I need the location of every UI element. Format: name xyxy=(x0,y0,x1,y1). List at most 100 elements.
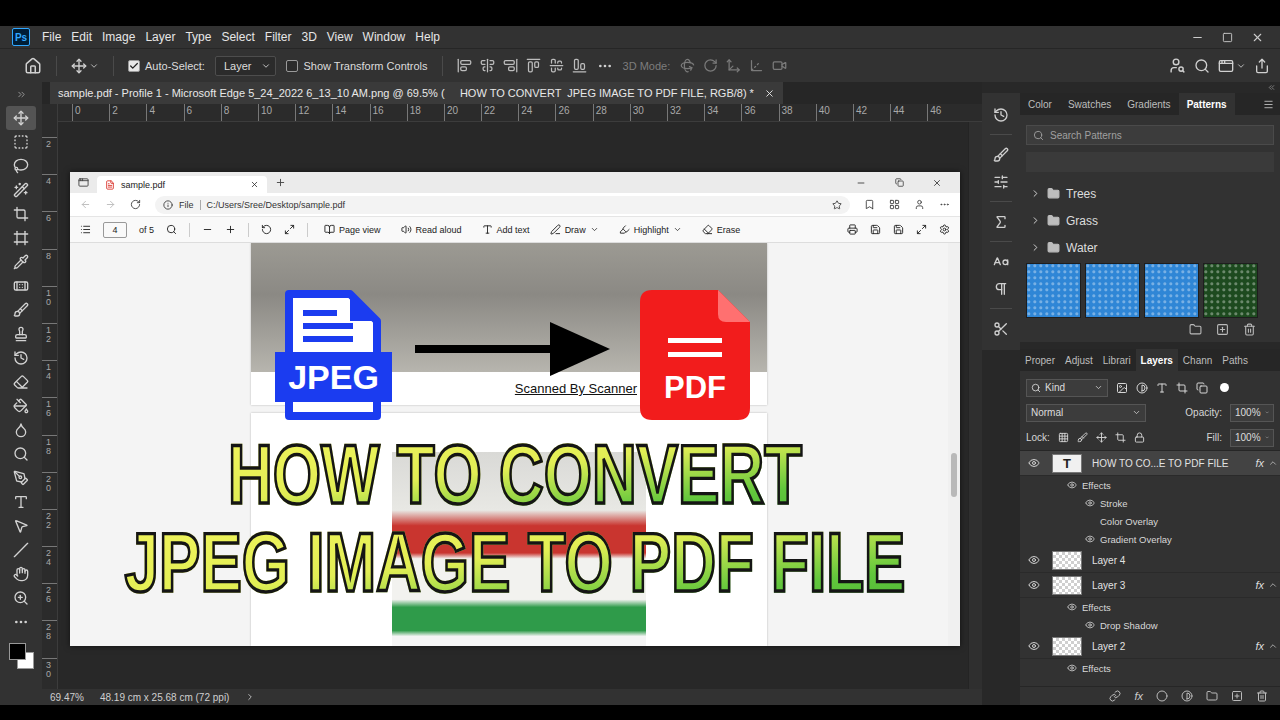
panel-tab[interactable]: Adjust xyxy=(1060,349,1098,371)
tool-presets-button[interactable] xyxy=(993,315,1009,342)
draw-button[interactable]: Draw xyxy=(546,224,603,235)
collapse-toolbar[interactable] xyxy=(16,82,27,106)
healing-tool[interactable] xyxy=(6,274,36,298)
browser-tab[interactable]: sample.pdf xyxy=(97,176,267,193)
restore-button[interactable] xyxy=(1212,32,1242,43)
highlight-button[interactable]: Highlight xyxy=(615,224,686,235)
panel-menu-button[interactable] xyxy=(1263,93,1280,115)
effect-row[interactable]: Drop Shadow xyxy=(1020,616,1280,634)
add-text-button[interactable]: Add text xyxy=(478,224,534,235)
more-options-button[interactable] xyxy=(597,58,613,74)
menu-item[interactable]: Type xyxy=(181,28,215,46)
stamp-tool[interactable] xyxy=(6,322,36,346)
layer-row[interactable]: THOW TO CO...E TO PDF FILEfx xyxy=(1020,451,1280,476)
panel-tab[interactable]: Gradients xyxy=(1119,93,1178,115)
pattern-folder[interactable]: Trees xyxy=(1026,180,1274,207)
read-aloud-button[interactable]: Read aloud xyxy=(397,224,466,235)
checkbox-box[interactable] xyxy=(286,60,298,72)
effects-row[interactable]: Effects xyxy=(1020,659,1280,677)
filter-toggle[interactable] xyxy=(1220,383,1229,392)
page-number-input[interactable]: 4 xyxy=(103,222,127,238)
transform-controls-checkbox[interactable]: Show Transform Controls xyxy=(286,60,427,72)
dodge-tool[interactable] xyxy=(6,442,36,466)
paint-bucket-tool[interactable] xyxy=(6,394,36,418)
layer-filter-select[interactable]: Kind xyxy=(1026,379,1108,397)
search-button[interactable] xyxy=(1194,58,1210,74)
visibility-toggle[interactable] xyxy=(1084,534,1096,544)
move-tool[interactable] xyxy=(6,106,36,130)
home-button[interactable] xyxy=(24,57,42,75)
menu-item[interactable]: View xyxy=(323,28,357,46)
share-button[interactable] xyxy=(1254,58,1270,74)
marquee-tool[interactable] xyxy=(6,130,36,154)
edit-toolbar-button[interactable] xyxy=(6,610,36,634)
panel-tab[interactable]: Paths xyxy=(1217,349,1253,371)
expand-effects-button[interactable] xyxy=(1266,641,1280,651)
effect-row[interactable]: Stroke xyxy=(1020,494,1280,512)
menu-item[interactable]: Edit xyxy=(67,28,96,46)
auto-select-target[interactable]: Layer xyxy=(215,56,277,76)
brush-tool[interactable] xyxy=(6,298,36,322)
menu-item[interactable]: Window xyxy=(359,28,410,46)
pattern-swatch[interactable] xyxy=(1026,263,1081,318)
browser-close[interactable] xyxy=(922,178,952,188)
line-tool[interactable] xyxy=(6,538,36,562)
erase-button[interactable]: Erase xyxy=(698,224,745,235)
brush-settings-button[interactable] xyxy=(993,141,1009,168)
lasso-tool[interactable] xyxy=(6,154,36,178)
crop-tool[interactable] xyxy=(6,202,36,226)
visibility-toggle[interactable] xyxy=(1020,554,1048,566)
visibility-toggle[interactable] xyxy=(1066,663,1078,673)
adjustments-button[interactable] xyxy=(993,168,1009,195)
panel-tab[interactable]: Color xyxy=(1020,93,1060,115)
address-field[interactable]: FileC:/Users/Sree/Desktop/sample.pdf xyxy=(155,196,850,214)
menu-item[interactable]: Filter xyxy=(261,28,296,46)
character-button[interactable] xyxy=(993,248,1009,275)
path-select-tool[interactable] xyxy=(6,514,36,538)
eraser-tool[interactable] xyxy=(6,370,36,394)
expand-effects-button[interactable] xyxy=(1266,458,1280,468)
layer-row[interactable]: Layer 3fx xyxy=(1020,573,1280,598)
canvas[interactable]: sample.pdf FileC:/Users/Sree/Desktop/samp… xyxy=(58,122,968,689)
auto-select-checkbox[interactable]: Auto-Select: xyxy=(128,60,205,72)
paragraph-button[interactable] xyxy=(993,275,1009,302)
visibility-toggle[interactable] xyxy=(1084,498,1096,508)
history-brush-tool[interactable] xyxy=(6,346,36,370)
effect-row[interactable]: Gradient Overlay xyxy=(1020,530,1280,548)
pattern-swatch[interactable] xyxy=(1085,263,1140,318)
zoom-tool[interactable] xyxy=(6,586,36,610)
pattern-folder[interactable]: Water xyxy=(1026,234,1274,261)
zoom-level[interactable]: 69.47% xyxy=(50,692,84,703)
menu-item[interactable]: Help xyxy=(411,28,444,46)
effects-row[interactable]: Effects xyxy=(1020,476,1280,494)
visibility-toggle[interactable] xyxy=(1066,480,1078,490)
fill-field[interactable]: 100% xyxy=(1230,429,1274,447)
frame-tool[interactable] xyxy=(6,226,36,250)
visibility-toggle[interactable] xyxy=(1066,602,1078,612)
search-patterns-field[interactable]: Search Patterns xyxy=(1026,125,1274,145)
panel-tab[interactable]: Patterns xyxy=(1179,93,1235,115)
add-style-button[interactable]: fx xyxy=(1134,690,1143,702)
menu-item[interactable]: Image xyxy=(98,28,139,46)
type-tool[interactable] xyxy=(6,490,36,514)
styles-button[interactable] xyxy=(993,208,1009,235)
visibility-toggle[interactable] xyxy=(1020,579,1048,591)
panel-tab[interactable]: Proper xyxy=(1020,349,1060,371)
pdf-scrollbar[interactable] xyxy=(948,243,960,646)
pattern-folder[interactable]: Grass xyxy=(1026,207,1274,234)
layer-row[interactable]: Layer 2fx xyxy=(1020,634,1280,659)
menu-item[interactable]: 3D xyxy=(297,28,320,46)
panel-tab[interactable]: Swatches xyxy=(1060,93,1119,115)
pattern-swatch[interactable] xyxy=(1203,263,1258,318)
close-button[interactable] xyxy=(1242,31,1272,44)
canvas-scrollbar[interactable] xyxy=(968,122,982,689)
magic-wand-tool[interactable] xyxy=(6,178,36,202)
checkbox-box[interactable] xyxy=(128,60,140,72)
scroll-thumb[interactable] xyxy=(951,453,957,497)
opacity-field[interactable]: 100% xyxy=(1230,404,1274,422)
effect-row[interactable]: Color Overlay xyxy=(1020,512,1280,530)
pattern-swatch[interactable] xyxy=(1144,263,1199,318)
learn-button[interactable] xyxy=(1169,57,1186,74)
panel-tab[interactable]: Chann xyxy=(1178,349,1217,371)
layer-row[interactable]: Layer 4 xyxy=(1020,548,1280,573)
